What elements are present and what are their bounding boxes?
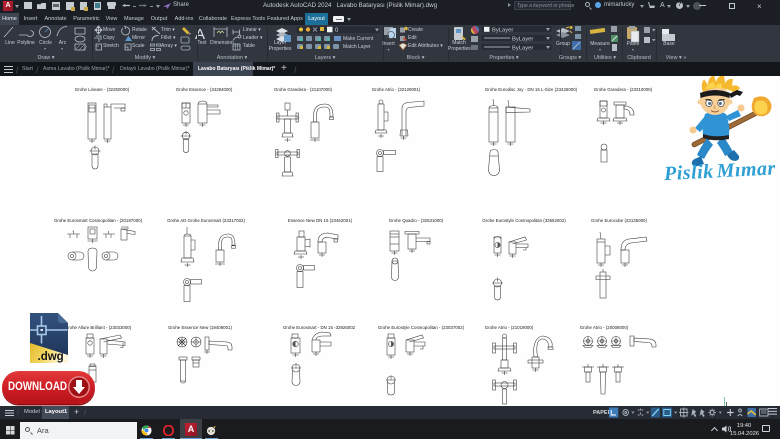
svg-text:Grohe Eurostyle Cosmopolitan -: Grohe Eurostyle Cosmopolitan - (23037002…	[378, 325, 465, 330]
svg-text:Grohe Eurostyle Cosmopolitan (: Grohe Eurostyle Cosmopolitan (33552002)	[482, 218, 566, 223]
svg-text:Grohe Eurosmart Cosmopolitan -: Grohe Eurosmart Cosmopolitan - (20187000…	[54, 218, 143, 223]
svg-text:Grohe Grandera - (23310000): Grohe Grandera - (23310000)	[594, 87, 653, 92]
svg-text:Grohe Atrio - (21019000): Grohe Atrio - (21019000)	[485, 325, 534, 330]
svg-text:Grohe Eurocube (23135000): Grohe Eurocube (23135000)	[591, 218, 647, 223]
svg-text:Grohe Eurodisc Joy - DN 15 L-S: Grohe Eurodisc Joy - DN 15 L-Size (23425…	[485, 87, 578, 92]
svg-text:Grohe Essence New (19408001): Grohe Essence New (19408001)	[168, 325, 232, 330]
svg-text:ByLayer: ByLayer	[512, 45, 533, 51]
svg-text:Grohe Eurosmart - DN 15 -32926: Grohe Eurosmart - DN 15 -32926002	[283, 325, 356, 330]
svg-text:ByLayer: ByLayer	[512, 36, 533, 42]
svg-text:.dwg: .dwg	[38, 351, 64, 363]
svg-text:Grohe Quadro - (32631000): Grohe Quadro - (32631000)	[389, 218, 444, 223]
svg-text:Grohe Atrio - (20008000): Grohe Atrio - (20008000)	[580, 325, 629, 330]
svg-text:Grohe Atrio - (32129001): Grohe Atrio - (32129001)	[372, 87, 421, 92]
svg-text:Essence New DN 15 (23462001): Essence New DN 15 (23462001)	[288, 218, 353, 223]
svg-text:Grohe AD Grohe Eurosmart (2331: Grohe AD Grohe Eurosmart (23317002)	[167, 218, 245, 223]
svg-text:Grohe Essence - (34294000): Grohe Essence - (34294000)	[176, 87, 233, 92]
svg-text:Grohe Grandera - (21107000): Grohe Grandera - (21107000)	[274, 87, 333, 92]
svg-text:ByLayer: ByLayer	[492, 27, 513, 33]
svg-text:Grohe Lineare - (32250000): Grohe Lineare - (32250000)	[75, 87, 130, 92]
svg-text:Grohe Allure Brilliant - (2303: Grohe Allure Brilliant - (23033000)	[65, 325, 132, 330]
